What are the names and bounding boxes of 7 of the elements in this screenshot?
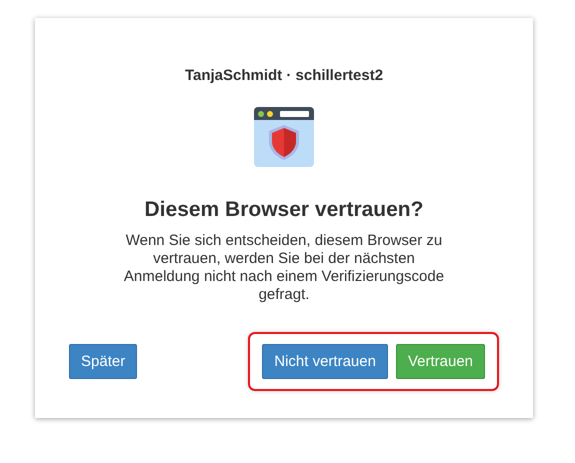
trust-button[interactable]: Vertrauen [396, 344, 485, 379]
dont-trust-button[interactable]: Nicht vertrauen [262, 344, 388, 379]
account-name: TanjaSchmidt · schillertest2 [184, 67, 384, 84]
later-button[interactable]: Später [69, 344, 138, 379]
browser-shield-icon [253, 106, 315, 168]
dialog-message: Wenn Sie sich entscheiden, diesem Browser zu vertrauen, werden Sie bei der nächsten Anmeldung nicht nach einem Verifizierungscode gefragt. [122, 232, 446, 304]
dialog-heading: Diesem Browser vertrauen? [144, 198, 424, 222]
